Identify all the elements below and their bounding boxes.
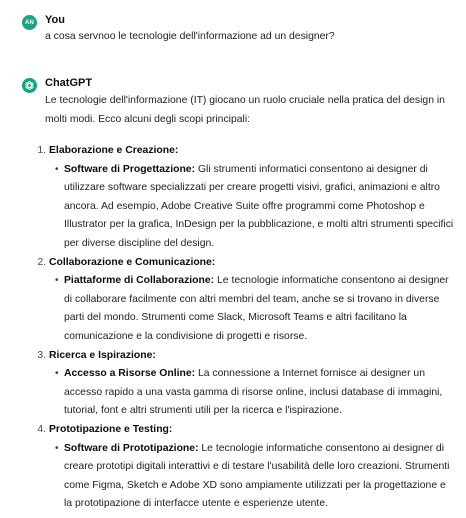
bullet-icon: • (55, 368, 59, 380)
sub-bullet: • Piattaforme di Collaborazione: Le tecno… (55, 272, 456, 346)
sub-bullet: • Software di Prototipazione: Le tecnolog… (55, 440, 456, 514)
sub-bullet-title: Accesso a Risorse Online: (64, 368, 196, 380)
assistant-author: ChatGPT (45, 77, 93, 89)
list-item: 4. Prototipazione e Testing: • Software di … (24, 421, 456, 514)
list-item: 1. Elaborazione e Creazione: • Software di … (24, 142, 456, 254)
list-item: 2. Collaborazione e Comunicazione: • Piatta… (24, 254, 456, 347)
list-item-number: 1. (37, 145, 46, 156)
list-item: 3. Ricerca e Ispirazione: • Accesso a Risor… (24, 347, 456, 421)
list-item-number: 2. (37, 256, 46, 268)
list-item-title: Collaborazione e Comunicazione: (49, 256, 216, 268)
bullet-icon: • (55, 163, 59, 175)
sub-bullet-text: Gli strumenti informatici consentono ai … (64, 163, 454, 249)
list-item-title: Prototipazione e Testing: (49, 423, 173, 435)
openai-logo-icon (25, 80, 34, 91)
list-item-number: 4. (37, 423, 46, 435)
sub-bullet: • Accesso a Risorse Online: La connession… (55, 365, 456, 421)
sub-bullet-title: Piattaforme di Collaborazione: (64, 275, 215, 287)
list-item-title: Elaborazione e Creazione: (49, 145, 179, 156)
list-item-number: 3. (37, 349, 46, 361)
sub-bullet-title: Software di Prototipazione: (64, 442, 199, 454)
sub-bullet-title: Software di Progettazione: (64, 163, 196, 175)
assistant-avatar (22, 78, 37, 93)
assistant-message: ChatGPT Le tecnologie dell'informazione … (0, 0, 466, 518)
assistant-intro: Le tecnologie dell'informazione (IT) gio… (45, 95, 445, 125)
list-item-title: Ricerca e Ispirazione: (49, 349, 156, 361)
bullet-icon: • (55, 442, 59, 454)
sub-bullet: • Software di Progettazione: Gli strument… (55, 161, 456, 254)
bullet-icon: • (55, 275, 59, 287)
